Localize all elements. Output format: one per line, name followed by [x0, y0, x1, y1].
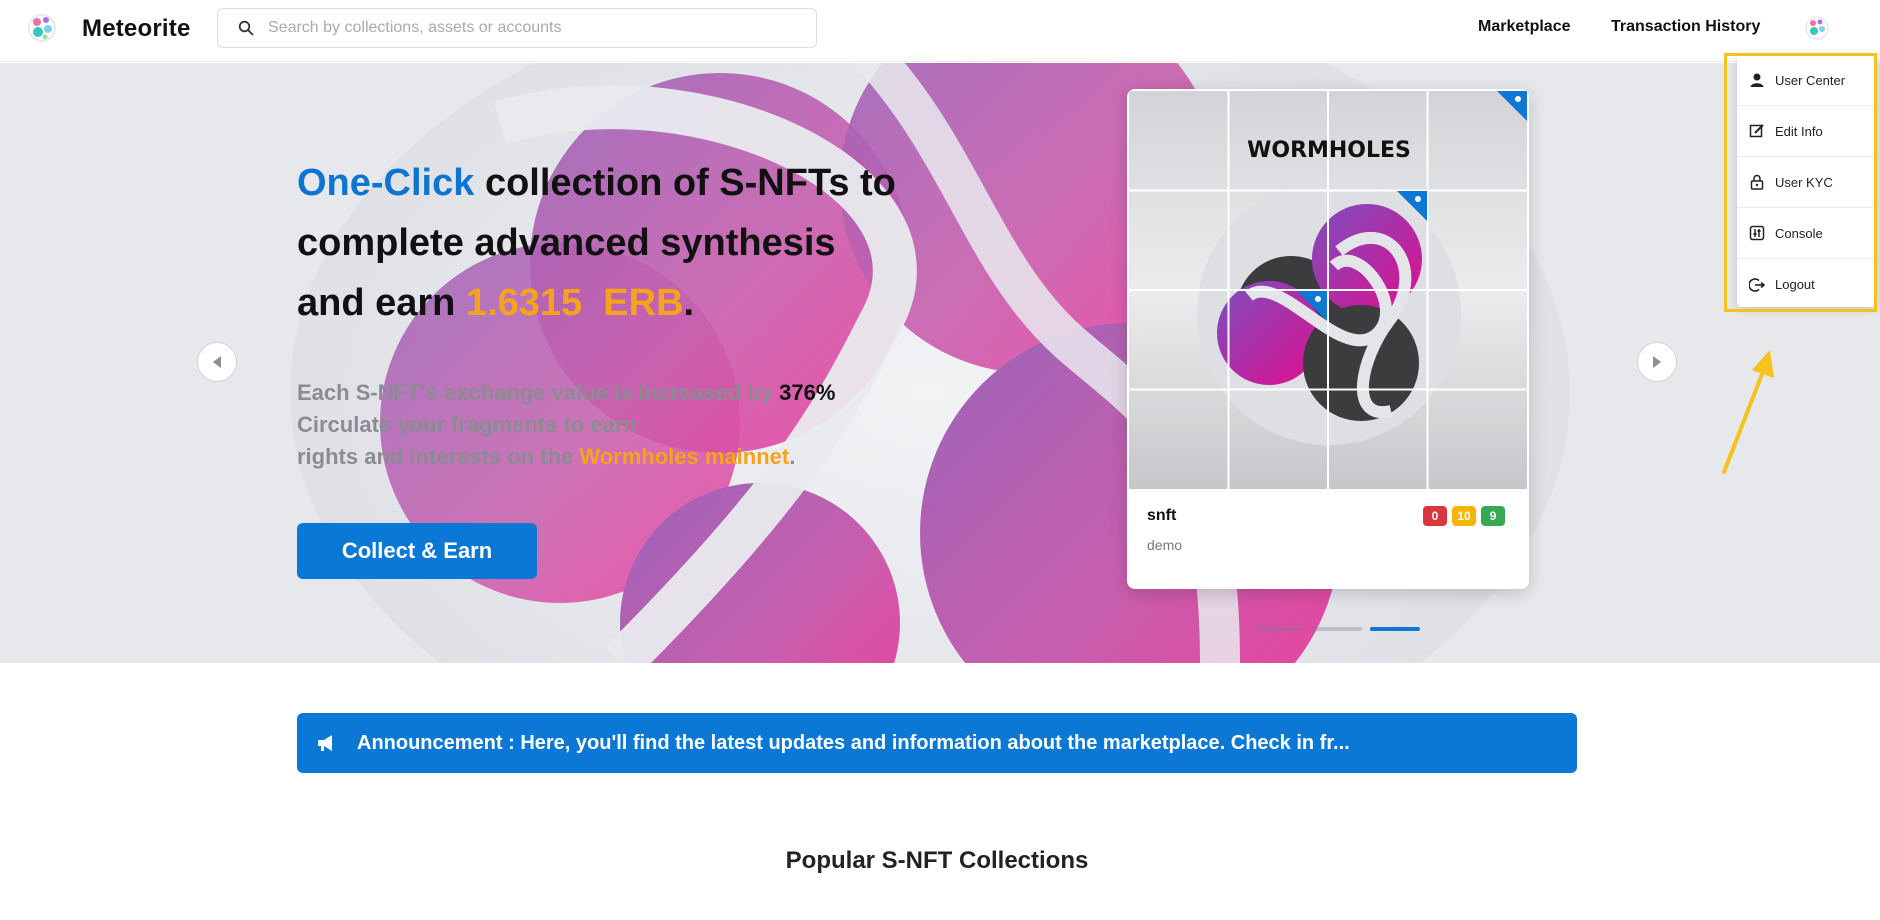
search-bar[interactable] [217, 8, 817, 48]
carousel-indicators [1254, 627, 1420, 631]
chevron-left-icon [213, 356, 221, 368]
hero-banner: One-Click collection of S-NFTs to comple… [0, 63, 1880, 663]
nav-marketplace[interactable]: Marketplace [1478, 18, 1571, 36]
headline-line1: collection of S-NFTs to [474, 162, 896, 204]
value-increase-percent: 376% [779, 380, 836, 405]
lock-icon [1750, 174, 1764, 190]
card-title: snft [1147, 507, 1177, 524]
menu-item-label: User KYC [1775, 174, 1833, 190]
announcement-bar[interactable]: Announcement : Here, you'll find the lat… [297, 713, 1577, 773]
search-icon [238, 20, 254, 36]
card-subtitle: demo [1147, 537, 1183, 553]
edit-icon [1749, 124, 1764, 138]
headline-line3-prefix: and earn [297, 282, 466, 324]
menu-item-user-kyc[interactable]: User KYC [1737, 157, 1877, 208]
search-input[interactable] [268, 19, 788, 37]
brand-name[interactable]: Meteorite [82, 15, 191, 43]
logout-icon [1749, 277, 1765, 292]
reward-amount: 1.6315 ERB [465, 282, 684, 324]
menu-item-label: Edit Info [1775, 123, 1823, 139]
nav-transaction-history[interactable]: Transaction History [1611, 18, 1760, 36]
carousel-dot-1[interactable] [1254, 627, 1304, 631]
chevron-right-icon [1653, 356, 1661, 368]
megaphone-icon [318, 735, 332, 751]
user-menu-dropdown: User Center Edit Info User KYC Console L… [1737, 55, 1877, 307]
carousel-next-button[interactable] [1637, 342, 1677, 382]
menu-item-user-center[interactable]: User Center [1737, 55, 1877, 106]
menu-item-edit-info[interactable]: Edit Info [1737, 106, 1877, 157]
wormholes-mainnet-link[interactable]: Wormholes mainnet [579, 444, 789, 469]
menu-item-console[interactable]: Console [1737, 208, 1877, 259]
console-icon [1749, 225, 1765, 241]
menu-item-label: User Center [1775, 72, 1846, 88]
user-avatar-icon[interactable] [1804, 15, 1830, 41]
sub-line1: Each S-NFT's exchange value is increased… [297, 380, 780, 405]
user-icon [1750, 73, 1764, 87]
popular-collections-title: Popular S-NFT Collections [785, 847, 1089, 874]
headline-line2: complete advanced synthesis [297, 222, 836, 264]
headline-suffix: . [683, 282, 695, 324]
sub-line3-prefix: rights and interests on the [297, 444, 580, 469]
top-navbar: Meteorite Marketplace Transaction Histor… [0, 0, 1880, 62]
sub-line3-suffix: . [789, 444, 796, 469]
annotation-arrow-icon [1722, 350, 1774, 474]
hero-headline: One-Click collection of S-NFTs to comple… [297, 153, 997, 333]
headline-highlight: One-Click [297, 162, 475, 204]
hero-subtext: Each S-NFT's exchange value is increased… [297, 377, 997, 473]
carousel-dot-3[interactable] [1370, 627, 1420, 631]
menu-item-label: Logout [1775, 277, 1815, 292]
fragment-badges: 0 10 9 [1423, 506, 1505, 526]
carousel-dot-2[interactable] [1312, 627, 1362, 631]
collect-earn-button[interactable]: Collect & Earn [297, 523, 537, 579]
badge-red: 0 [1423, 506, 1447, 526]
menu-item-logout[interactable]: Logout [1737, 259, 1877, 310]
announcement-text: Announcement : Here, you'll find the lat… [357, 731, 1350, 754]
menu-item-label: Console [1775, 225, 1823, 241]
badge-yellow: 10 [1452, 506, 1476, 526]
carousel-prev-button[interactable] [197, 342, 237, 382]
sub-line2: Circulate your fragments to earn [297, 412, 637, 437]
snft-image: WORMHOLES [1129, 91, 1527, 489]
badge-green: 9 [1481, 506, 1505, 526]
snft-card[interactable]: WORMHOLES snft demo 0 10 9 [1127, 89, 1529, 589]
meteorite-logo-icon[interactable] [26, 12, 58, 44]
